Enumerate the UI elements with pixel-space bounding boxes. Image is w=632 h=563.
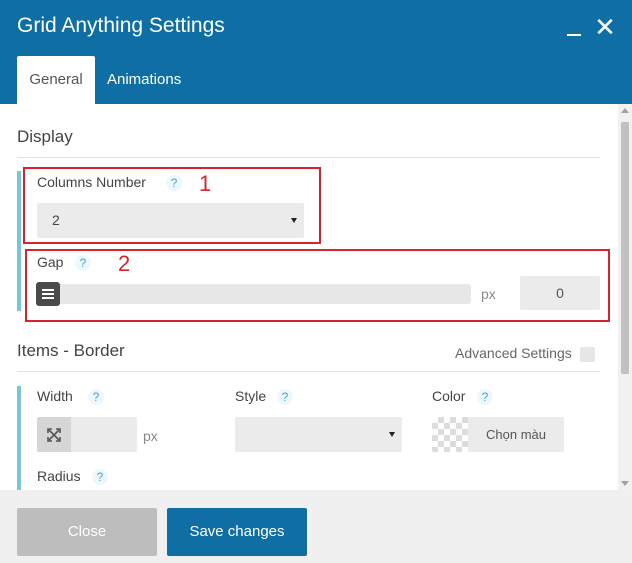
gap-unit: px — [481, 286, 496, 302]
border-radius-label: Radius — [37, 468, 81, 484]
help-icon[interactable]: ? — [477, 389, 493, 405]
help-icon[interactable]: ? — [277, 389, 293, 405]
columns-number-value: 2 — [52, 212, 60, 228]
scroll-down-icon[interactable] — [621, 481, 629, 486]
border-width-unit: px — [143, 428, 158, 444]
expand-icon[interactable] — [37, 417, 71, 452]
section-accent-bar — [17, 386, 21, 490]
section-title-items-border: Items - Border — [17, 341, 125, 360]
columns-number-select[interactable]: 2 — [37, 203, 304, 238]
gap-label: Gap — [37, 254, 64, 270]
minimize-icon[interactable] — [562, 14, 588, 40]
save-changes-button[interactable]: Save changes — [167, 508, 307, 556]
gap-slider-track[interactable] — [37, 284, 471, 304]
annotation-number-2: 2 — [118, 251, 131, 276]
help-icon[interactable]: ? — [166, 175, 182, 191]
tab-animations[interactable]: Animations — [95, 56, 193, 104]
dialog-header: Grid Anything Settings ✕ General Animati… — [0, 0, 632, 104]
border-style-select[interactable] — [235, 417, 402, 452]
section-accent-bar — [17, 171, 21, 311]
dialog-title: Grid Anything Settings — [17, 14, 225, 37]
border-width-label: Width — [37, 388, 73, 404]
section-divider — [17, 157, 600, 158]
border-color-label: Color — [432, 388, 466, 404]
color-swatch[interactable] — [432, 417, 468, 452]
help-icon[interactable]: ? — [88, 389, 104, 405]
chevron-down-icon — [291, 218, 297, 223]
columns-number-label: Columns Number — [37, 174, 146, 190]
dialog-footer: Close Save changes — [0, 490, 632, 563]
gap-value-input[interactable]: 0 — [520, 276, 600, 310]
section-title-display: Display — [17, 127, 73, 146]
chevron-down-icon — [389, 432, 395, 437]
advanced-settings-checkbox[interactable] — [580, 347, 595, 362]
close-icon[interactable]: ✕ — [592, 14, 618, 40]
help-icon[interactable]: ? — [75, 255, 91, 271]
annotation-number-1: 1 — [199, 171, 212, 196]
settings-content: Display 1 Columns Number ? 2 2 Gap ? px … — [0, 104, 618, 490]
scroll-up-icon[interactable] — [621, 108, 629, 113]
section-divider — [17, 371, 600, 372]
gap-slider-handle[interactable] — [36, 282, 60, 306]
border-style-label: Style — [235, 388, 267, 404]
vertical-scrollbar[interactable] — [618, 104, 632, 490]
choose-color-button[interactable]: Chọn màu — [468, 417, 564, 452]
scrollbar-thumb[interactable] — [621, 122, 629, 374]
close-button[interactable]: Close — [17, 508, 157, 556]
help-icon[interactable]: ? — [92, 469, 108, 485]
tab-general[interactable]: General — [17, 56, 95, 104]
border-width-input[interactable] — [71, 417, 137, 452]
advanced-settings-label: Advanced Settings — [455, 345, 572, 361]
settings-dialog: Grid Anything Settings ✕ General Animati… — [0, 0, 632, 563]
